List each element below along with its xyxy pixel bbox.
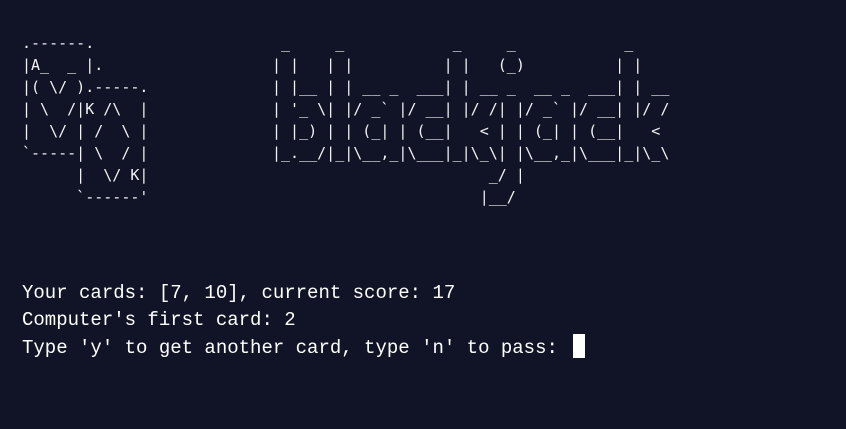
terminal-window: .------. |A_ _ |. |( \/ ).-----. | \ /|K… bbox=[0, 0, 846, 429]
cards-ascii-art: .------. |A_ _ |. |( \/ ).-----. | \ /|K… bbox=[22, 34, 149, 206]
prompt-text: Type 'y' to get another card, type 'n' t… bbox=[22, 337, 570, 359]
player-cards-line: Your cards: [7, 10], current score: 17 bbox=[22, 282, 456, 304]
computer-card-line: Computer's first card: 2 bbox=[22, 309, 296, 331]
input-prompt-line[interactable]: Type 'y' to get another card, type 'n' t… bbox=[22, 334, 586, 361]
blackjack-ascii-title: _ _ _ _ _ | | | | | | (_) | | | |__ | | … bbox=[272, 34, 670, 206]
terminal-output: Your cards: [7, 10], current score: 17 C… bbox=[22, 280, 586, 361]
text-cursor[interactable] bbox=[573, 334, 586, 358]
